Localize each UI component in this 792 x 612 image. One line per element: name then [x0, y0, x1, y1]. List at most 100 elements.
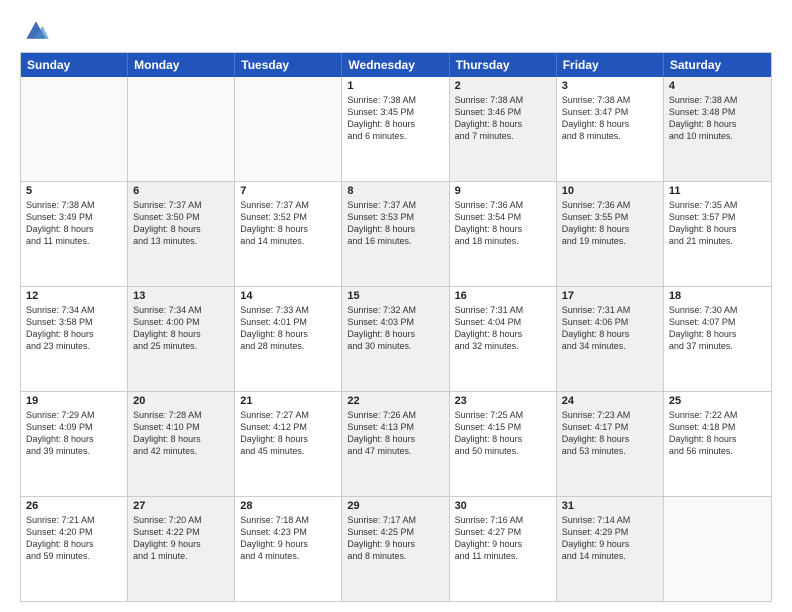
calendar-row-2: 5Sunrise: 7:38 AM Sunset: 3:49 PM Daylig…	[21, 181, 771, 286]
day-info: Sunrise: 7:28 AM Sunset: 4:10 PM Dayligh…	[133, 409, 229, 458]
calendar-header-row: SundayMondayTuesdayWednesdayThursdayFrid…	[21, 53, 771, 77]
day-number: 2	[455, 80, 551, 92]
calendar-row-5: 26 Sunrise: 7:21 AM Sunset: 4:20 PM Dayli…	[21, 496, 771, 601]
day-info: Sunrise: 7:37 AM Sunset: 3:50 PM Dayligh…	[133, 199, 229, 248]
day-number: 3	[562, 80, 658, 92]
day-number: 19	[26, 395, 122, 407]
day-info: Sunrise: 7:29 AM Sunset: 4:09 PM Dayligh…	[26, 409, 122, 458]
day-cell-empty-4-6	[664, 497, 771, 601]
day-number: 4	[669, 80, 766, 92]
day-number: 15	[347, 290, 443, 302]
day-cell-16: 16 Sunrise: 7:31 AM Sunset: 4:04 PM Dayli…	[450, 287, 557, 391]
day-cell-22: 22 Sunrise: 7:26 AM Sunset: 4:13 PM Dayli…	[342, 392, 449, 496]
day-number: 8	[347, 185, 443, 197]
day-info: Sunrise: 7:17 AM Sunset: 4:25 PM Dayligh…	[347, 514, 443, 563]
day-number: 21	[240, 395, 336, 407]
day-cell-27: 27 Sunrise: 7:20 AM Sunset: 4:22 PM Dayli…	[128, 497, 235, 601]
day-cell-24: 24 Sunrise: 7:23 AM Sunset: 4:17 PM Dayli…	[557, 392, 664, 496]
day-info: Sunrise: 7:22 AM Sunset: 4:18 PM Dayligh…	[669, 409, 766, 458]
day-number: 13	[133, 290, 229, 302]
day-info: Sunrise: 7:21 AM Sunset: 4:20 PM Dayligh…	[26, 514, 122, 563]
day-info: Sunrise: 7:38 AM Sunset: 3:47 PM Dayligh…	[562, 94, 658, 143]
day-info: Sunrise: 7:37 AM Sunset: 3:52 PM Dayligh…	[240, 199, 336, 248]
day-info: Sunrise: 7:38 AM Sunset: 3:46 PM Dayligh…	[455, 94, 551, 143]
day-info: Sunrise: 7:38 AM Sunset: 3:48 PM Dayligh…	[669, 94, 766, 143]
day-info: Sunrise: 7:27 AM Sunset: 4:12 PM Dayligh…	[240, 409, 336, 458]
day-info: Sunrise: 7:32 AM Sunset: 4:03 PM Dayligh…	[347, 304, 443, 353]
day-cell-14: 14Sunrise: 7:33 AM Sunset: 4:01 PM Dayli…	[235, 287, 342, 391]
day-info: Sunrise: 7:31 AM Sunset: 4:06 PM Dayligh…	[562, 304, 658, 353]
day-cell-19: 19 Sunrise: 7:29 AM Sunset: 4:09 PM Dayli…	[21, 392, 128, 496]
day-cell-7: 7 Sunrise: 7:37 AM Sunset: 3:52 PM Daylig…	[235, 182, 342, 286]
day-info: Sunrise: 7:25 AM Sunset: 4:15 PM Dayligh…	[455, 409, 551, 458]
weekday-header-thursday: Thursday	[450, 53, 557, 77]
day-info: Sunrise: 7:34 AM Sunset: 4:00 PM Dayligh…	[133, 304, 229, 353]
day-number: 6	[133, 185, 229, 197]
day-number: 30	[455, 500, 551, 512]
day-info: Sunrise: 7:16 AM Sunset: 4:27 PM Dayligh…	[455, 514, 551, 563]
header	[20, 16, 772, 44]
day-number: 16	[455, 290, 551, 302]
day-cell-12: 12Sunrise: 7:34 AM Sunset: 3:58 PM Dayli…	[21, 287, 128, 391]
day-number: 5	[26, 185, 122, 197]
day-cell-11: 11 Sunrise: 7:35 AM Sunset: 3:57 PM Dayli…	[664, 182, 771, 286]
day-cell-1: 1 Sunrise: 7:38 AM Sunset: 3:45 PM Daylig…	[342, 77, 449, 181]
day-number: 29	[347, 500, 443, 512]
day-cell-29: 29 Sunrise: 7:17 AM Sunset: 4:25 PM Dayli…	[342, 497, 449, 601]
calendar: SundayMondayTuesdayWednesdayThursdayFrid…	[20, 52, 772, 602]
day-number: 22	[347, 395, 443, 407]
day-number: 18	[669, 290, 766, 302]
day-number: 7	[240, 185, 336, 197]
day-cell-31: 31 Sunrise: 7:14 AM Sunset: 4:29 PM Dayli…	[557, 497, 664, 601]
day-number: 26	[26, 500, 122, 512]
day-number: 24	[562, 395, 658, 407]
day-number: 1	[347, 80, 443, 92]
day-cell-2: 2 Sunrise: 7:38 AM Sunset: 3:46 PM Daylig…	[450, 77, 557, 181]
page: SundayMondayTuesdayWednesdayThursdayFrid…	[0, 0, 792, 612]
day-cell-23: 23 Sunrise: 7:25 AM Sunset: 4:15 PM Dayli…	[450, 392, 557, 496]
day-number: 20	[133, 395, 229, 407]
day-cell-3: 3 Sunrise: 7:38 AM Sunset: 3:47 PM Daylig…	[557, 77, 664, 181]
day-cell-18: 18Sunrise: 7:30 AM Sunset: 4:07 PM Dayli…	[664, 287, 771, 391]
day-info: Sunrise: 7:34 AM Sunset: 3:58 PM Dayligh…	[26, 304, 122, 353]
calendar-row-1: 1 Sunrise: 7:38 AM Sunset: 3:45 PM Daylig…	[21, 77, 771, 181]
day-cell-8: 8 Sunrise: 7:37 AM Sunset: 3:53 PM Daylig…	[342, 182, 449, 286]
day-cell-21: 21 Sunrise: 7:27 AM Sunset: 4:12 PM Dayli…	[235, 392, 342, 496]
day-info: Sunrise: 7:31 AM Sunset: 4:04 PM Dayligh…	[455, 304, 551, 353]
weekday-header-friday: Friday	[557, 53, 664, 77]
day-info: Sunrise: 7:26 AM Sunset: 4:13 PM Dayligh…	[347, 409, 443, 458]
calendar-row-4: 19 Sunrise: 7:29 AM Sunset: 4:09 PM Dayli…	[21, 391, 771, 496]
day-info: Sunrise: 7:23 AM Sunset: 4:17 PM Dayligh…	[562, 409, 658, 458]
day-cell-10: 10Sunrise: 7:36 AM Sunset: 3:55 PM Dayli…	[557, 182, 664, 286]
day-number: 31	[562, 500, 658, 512]
day-number: 27	[133, 500, 229, 512]
day-cell-26: 26 Sunrise: 7:21 AM Sunset: 4:20 PM Dayli…	[21, 497, 128, 601]
day-number: 23	[455, 395, 551, 407]
calendar-body: 1 Sunrise: 7:38 AM Sunset: 3:45 PM Daylig…	[21, 77, 771, 601]
day-info: Sunrise: 7:20 AM Sunset: 4:22 PM Dayligh…	[133, 514, 229, 563]
day-info: Sunrise: 7:37 AM Sunset: 3:53 PM Dayligh…	[347, 199, 443, 248]
day-number: 11	[669, 185, 766, 197]
day-cell-13: 13 Sunrise: 7:34 AM Sunset: 4:00 PM Dayli…	[128, 287, 235, 391]
day-info: Sunrise: 7:36 AM Sunset: 3:54 PM Dayligh…	[455, 199, 551, 248]
weekday-header-tuesday: Tuesday	[235, 53, 342, 77]
day-info: Sunrise: 7:38 AM Sunset: 3:45 PM Dayligh…	[347, 94, 443, 143]
day-number: 25	[669, 395, 766, 407]
weekday-header-saturday: Saturday	[664, 53, 771, 77]
day-number: 28	[240, 500, 336, 512]
day-cell-6: 6 Sunrise: 7:37 AM Sunset: 3:50 PM Daylig…	[128, 182, 235, 286]
day-cell-25: 25 Sunrise: 7:22 AM Sunset: 4:18 PM Dayli…	[664, 392, 771, 496]
day-info: Sunrise: 7:18 AM Sunset: 4:23 PM Dayligh…	[240, 514, 336, 563]
logo-icon	[20, 16, 52, 44]
day-info: Sunrise: 7:14 AM Sunset: 4:29 PM Dayligh…	[562, 514, 658, 563]
day-number: 17	[562, 290, 658, 302]
day-cell-17: 17 Sunrise: 7:31 AM Sunset: 4:06 PM Dayli…	[557, 287, 664, 391]
day-info: Sunrise: 7:35 AM Sunset: 3:57 PM Dayligh…	[669, 199, 766, 248]
day-number: 9	[455, 185, 551, 197]
day-info: Sunrise: 7:36 AM Sunset: 3:55 PM Dayligh…	[562, 199, 658, 248]
day-cell-4: 4 Sunrise: 7:38 AM Sunset: 3:48 PM Daylig…	[664, 77, 771, 181]
day-cell-15: 15 Sunrise: 7:32 AM Sunset: 4:03 PM Dayli…	[342, 287, 449, 391]
calendar-row-3: 12Sunrise: 7:34 AM Sunset: 3:58 PM Dayli…	[21, 286, 771, 391]
day-cell-empty-0-2	[235, 77, 342, 181]
logo	[20, 16, 56, 44]
